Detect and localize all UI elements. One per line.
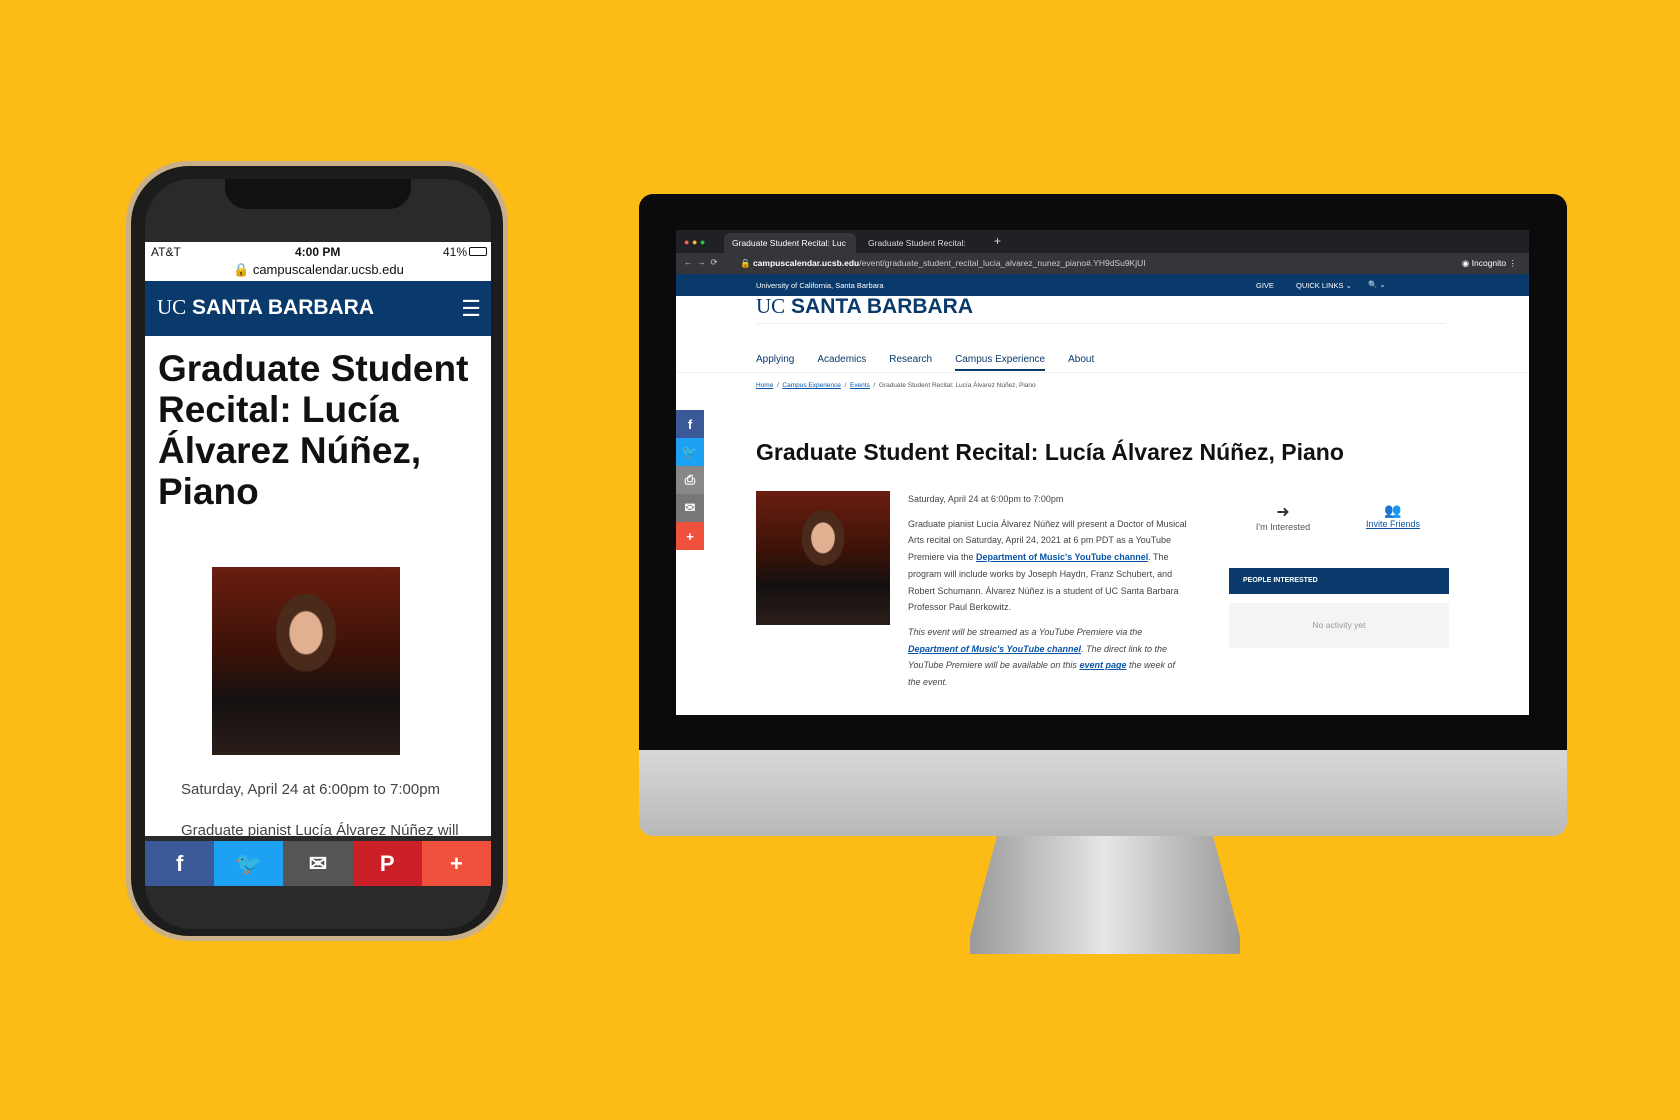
print-icon[interactable]: ⎙: [676, 466, 704, 494]
event-page-link[interactable]: event page: [1079, 660, 1126, 670]
phone-status-bar: AT&T 4:00 PM 41% 🔒 campuscalendar.ucsb.e…: [145, 242, 491, 281]
users-icon: 👥: [1384, 502, 1402, 518]
tab-active[interactable]: Graduate Student Recital: Luc ✕: [724, 233, 856, 268]
nav-item[interactable]: Research: [889, 354, 932, 371]
tab-bar: ● ● ● Graduate Student Recital: Luc ✕ Gr…: [676, 230, 1529, 268]
site-header: UC SANTA BARBARA ☰: [145, 281, 491, 336]
nav-buttons[interactable]: ← → ⟳: [684, 257, 718, 268]
logo-uc: UC: [157, 295, 187, 319]
stream-note: This event will be streamed as a YouTube…: [908, 624, 1188, 691]
facebook-icon[interactable]: f: [145, 841, 215, 886]
plus-icon[interactable]: +: [421, 841, 491, 886]
logo-sb: SANTA BARBARA: [791, 295, 974, 318]
email-icon[interactable]: ✉: [676, 494, 704, 522]
clock: 4:00 PM: [295, 245, 341, 259]
pinterest-icon[interactable]: P: [352, 841, 422, 886]
event-photo: [756, 491, 890, 625]
stream-text: This event will be streamed as a YouTube…: [908, 626, 1143, 637]
monitor-stand: [970, 836, 1240, 954]
arrow-right-icon: ➜: [1276, 504, 1290, 521]
breadcrumb-separator: /: [869, 382, 879, 389]
utility-bar: University of California, Santa Barbara …: [676, 274, 1529, 296]
hamburger-menu-icon[interactable]: ☰: [461, 296, 481, 322]
share-sidebar: f 🐦 ⎙ ✉ +: [676, 410, 704, 550]
logo[interactable]: UC SANTA BARBARA: [157, 295, 374, 320]
give-link[interactable]: GIVE: [1256, 281, 1274, 290]
breadcrumb-current: Graduate Student Recital: Lucía Álvarez …: [878, 382, 1036, 389]
window-controls[interactable]: ● ● ●: [684, 237, 705, 247]
tab-label: Graduate Student Recital: Luc: [732, 238, 846, 248]
url-text: campuscalendar.ucsb.edu: [252, 262, 404, 277]
nav-item[interactable]: Academics: [817, 354, 866, 371]
event-title: Graduate Student Recital: Lucía Álvarez …: [158, 348, 469, 512]
quick-links-dropdown[interactable]: QUICK LINKS ⌄: [1296, 281, 1352, 290]
divider: [676, 372, 1529, 373]
event-date: Saturday, April 24 at 6:00pm to 7:00pm: [908, 494, 1064, 504]
breadcrumb: Home / Campus Experience / Events / Grad…: [756, 382, 1036, 389]
breadcrumb-link[interactable]: Home: [756, 382, 773, 389]
breadcrumb-link[interactable]: Campus Experience: [782, 382, 841, 389]
main-nav: Applying Academics Research Campus Experien…: [756, 354, 1094, 371]
monitor-chin: [639, 750, 1567, 836]
new-tab-button[interactable]: +: [994, 234, 1001, 248]
browser-window: ● ● ● Graduate Student Recital: Luc ✕ Gr…: [676, 230, 1529, 715]
phone-content: Graduate Student Recital: Lucía Álvarez …: [145, 336, 491, 836]
battery-icon: [469, 247, 487, 256]
youtube-channel-link[interactable]: Department of Music's YouTube channel: [908, 644, 1081, 654]
interested-label: I'm Interested: [1255, 522, 1311, 532]
event-details: Saturday, April 24 at 6:00pm to 7:00pm G…: [908, 491, 1188, 691]
no-activity-box: No activity yet: [1229, 603, 1449, 648]
incognito-badge[interactable]: ◉ Incognito ⋮: [1462, 258, 1517, 269]
site-logo[interactable]: UC SANTA BARBARA: [756, 294, 973, 319]
address-bar: ← → ⟳ 🔒 campuscalendar.ucsb.edu/event/gr…: [676, 253, 1529, 274]
carrier: AT&T: [151, 245, 181, 259]
battery: 41%: [442, 245, 467, 259]
email-icon[interactable]: ✉: [283, 841, 353, 886]
breadcrumb-link[interactable]: Events: [850, 382, 870, 389]
url-input[interactable]: 🔒 campuscalendar.ucsb.edu/event/graduate…: [740, 258, 1340, 269]
event-title: Graduate Student Recital: Lucía Álvarez …: [756, 439, 1344, 465]
event-date: Saturday, April 24 at 6:00pm to 7:00pm: [181, 781, 441, 798]
event-photo: [212, 567, 400, 755]
university-link[interactable]: University of California, Santa Barbara: [756, 281, 884, 290]
phone-screen: AT&T 4:00 PM 41% 🔒 campuscalendar.ucsb.e…: [145, 179, 491, 929]
share-bar: f 🐦 ✉ P +: [145, 841, 491, 886]
invite-label: Invite Friends: [1365, 519, 1421, 529]
incognito-label: Incognito: [1471, 258, 1507, 268]
twitter-icon[interactable]: 🐦: [214, 841, 284, 886]
youtube-channel-link[interactable]: Department of Music's YouTube channel: [976, 552, 1148, 562]
tab[interactable]: Graduate Student Recital: Chi ✕: [860, 233, 988, 268]
event-description: Graduate pianist Lucía Álvarez Núñez wil…: [181, 822, 459, 836]
interested-button[interactable]: ➜ I'm Interested: [1229, 502, 1337, 532]
people-interested-header: PEOPLE INTERESTED: [1229, 568, 1449, 594]
nav-item[interactable]: Campus Experience: [955, 354, 1046, 371]
phone-mockup: AT&T 4:00 PM 41% 🔒 campuscalendar.ucsb.e…: [126, 161, 508, 941]
twitter-icon[interactable]: 🐦: [676, 438, 704, 466]
plus-icon[interactable]: +: [676, 522, 704, 550]
breadcrumb-separator: /: [840, 382, 850, 389]
logo-sb: SANTA BARBARA: [192, 296, 375, 319]
url-path: /event/graduate_student_recital_lucia_al…: [859, 258, 1146, 268]
phone-notch: [225, 179, 411, 209]
url-bar[interactable]: 🔒 campuscalendar.ucsb.edu: [233, 262, 404, 278]
invite-friends-button[interactable]: 👥 Invite Friends: [1339, 502, 1447, 529]
event-description: Graduate pianist Lucía Álvarez Núñez wil…: [908, 516, 1188, 616]
search-icon[interactable]: 🔍 ⌄: [1368, 280, 1386, 289]
facebook-icon[interactable]: f: [676, 410, 704, 438]
logo-uc: UC: [756, 294, 786, 318]
divider: [756, 323, 1446, 324]
nav-item[interactable]: Applying: [756, 354, 794, 371]
url-domain: campuscalendar.ucsb.edu: [752, 258, 860, 268]
nav-item[interactable]: About: [1068, 354, 1094, 371]
